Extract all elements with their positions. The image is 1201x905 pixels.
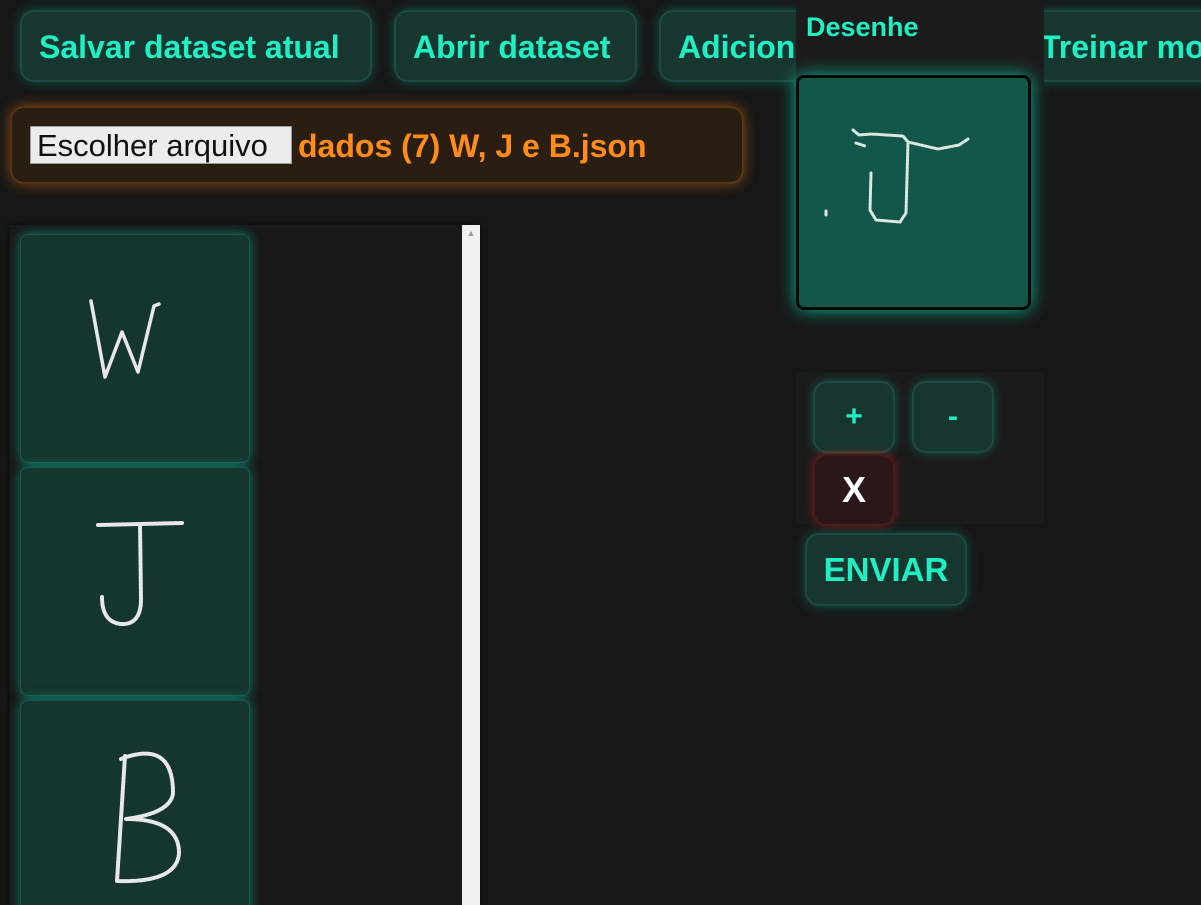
page: Salvar dataset atual Abrir dataset Adici… <box>0 0 1201 905</box>
sample-card-j[interactable] <box>20 467 250 696</box>
file-input-row: Escolher arquivo dados (7) W, J e B.json <box>10 106 744 184</box>
choose-file-button[interactable]: Escolher arquivo <box>30 126 292 164</box>
train-model-button[interactable]: Treinar mo <box>1022 10 1201 82</box>
sample-card-w[interactable] <box>20 234 250 463</box>
sample-drawing-b <box>115 751 181 884</box>
open-dataset-label: Abrir dataset <box>413 29 611 65</box>
list-scrollbar[interactable]: ▲ <box>462 225 480 905</box>
selected-file-name: dados (7) W, J e B.json <box>298 128 647 164</box>
save-dataset-button[interactable]: Salvar dataset atual <box>20 10 372 82</box>
sample-card-b[interactable] <box>20 700 250 905</box>
decrease-brush-button[interactable]: - <box>912 381 994 453</box>
scroll-up-arrow-icon[interactable]: ▲ <box>462 225 480 241</box>
increase-brush-button[interactable]: + <box>813 381 895 453</box>
sample-drawing-w <box>89 299 161 379</box>
clear-canvas-button[interactable]: X <box>813 454 895 526</box>
canvas-drawing-j <box>824 128 970 224</box>
drawing-canvas[interactable] <box>796 75 1031 310</box>
sample-drawing-j <box>96 521 184 627</box>
open-dataset-button[interactable]: Abrir dataset <box>394 10 637 82</box>
save-dataset-label: Salvar dataset atual <box>39 29 340 65</box>
train-model-label: Treinar mo <box>1041 29 1201 65</box>
draw-panel-title: Desenhe <box>806 12 919 42</box>
send-button[interactable]: ENVIAR <box>805 533 967 606</box>
